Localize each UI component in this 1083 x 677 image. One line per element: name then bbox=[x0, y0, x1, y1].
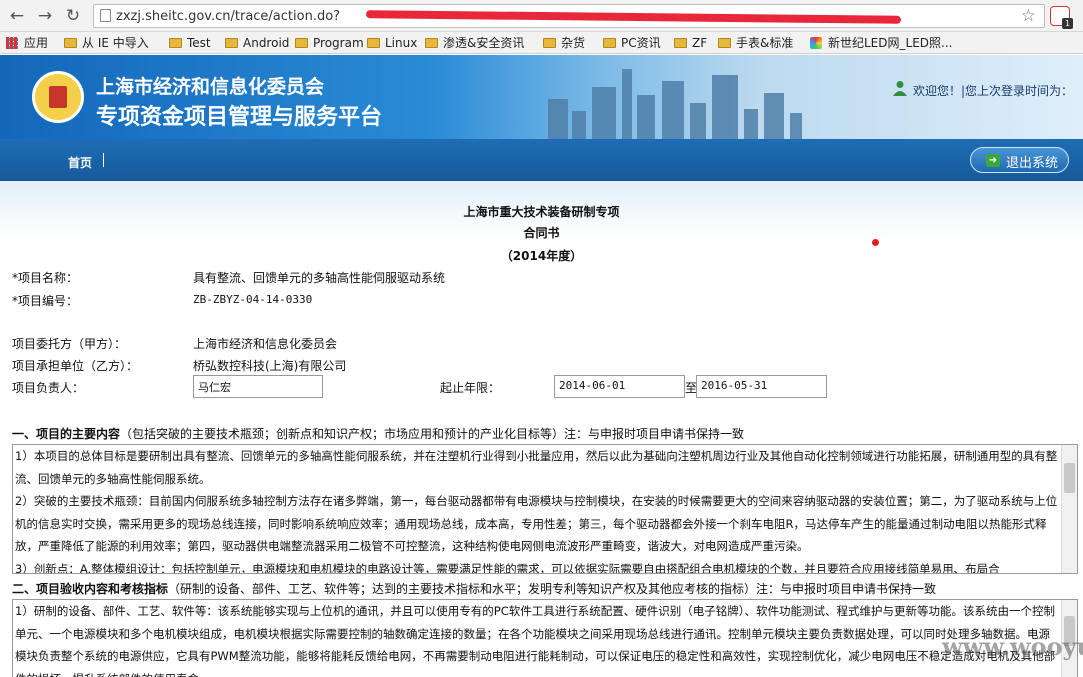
bookmark-folder[interactable]: PC资讯 bbox=[603, 35, 661, 51]
nav-home-link[interactable]: 首页 bbox=[68, 154, 92, 171]
contract-form: 上海市重大技术装备研制专项 合同书 （2014年度） *项目名称： 具有整流、回… bbox=[0, 181, 1083, 677]
site-header: 上海市经济和信息化委员会 专项资金项目管理与服务平台 欢迎您！|您上次登录时间为… bbox=[0, 55, 1083, 139]
doc-year: （2014年度） bbox=[500, 249, 583, 263]
folder-icon bbox=[169, 38, 182, 48]
exit-icon: ➜ bbox=[986, 154, 1000, 167]
bookmark-led[interactable]: 新世纪LED网_LED照... bbox=[810, 35, 952, 51]
back-icon[interactable]: ← bbox=[6, 5, 28, 27]
section1-para3: 3）创新点：A.整体模组设计：包括控制单元，电源模块和电机模块的电路设计等，需要… bbox=[15, 561, 1000, 574]
bookmark-folder[interactable]: ZF bbox=[674, 35, 707, 51]
address-bar[interactable]: zxzj.sheitc.gov.cn/trace/action.do? ☆ bbox=[93, 4, 1045, 28]
contractor-value: 桥弘数控科技(上海)有限公司 bbox=[193, 359, 347, 373]
bookmark-apps[interactable]: 应用 bbox=[6, 35, 48, 51]
leader-field[interactable]: 马仁宏 bbox=[193, 375, 323, 398]
forward-icon[interactable]: → bbox=[34, 5, 56, 27]
welcome-text: 欢迎您！|您上次登录时间为： bbox=[913, 84, 1074, 98]
folder-icon bbox=[64, 38, 77, 48]
project-code-value: ZB-ZBYZ-04-14-0330 bbox=[193, 293, 313, 306]
platform-title: 专项资金项目管理与服务平台 bbox=[96, 105, 383, 130]
section2-para1: 1）研制的设备、部件、工艺、软件等：该系统能够实现与上位机的通讯，并且可以使用专… bbox=[15, 604, 1056, 677]
url-text: zxzj.sheitc.gov.cn/trace/action.do? bbox=[116, 9, 341, 24]
folder-icon bbox=[225, 38, 238, 48]
doc-title: 上海市重大技术装备研制专项 bbox=[463, 205, 620, 219]
nav-divider bbox=[103, 153, 104, 167]
project-code-label: *项目编号： bbox=[12, 294, 79, 308]
contractor-label: 项目承担单位（乙方）： bbox=[12, 359, 139, 373]
watermark: www.wooyun.org bbox=[942, 632, 1083, 661]
section2-heading: 二、项目验收内容和考核指标（研制的设备、部件、工艺、软件等；达到的主要技术指标和… bbox=[12, 582, 937, 596]
section1-para1: 1）本项目的总体目标是要研制出具有整流、回馈单元的多轴高性能伺服系统，并在注塑机… bbox=[15, 449, 1058, 486]
folder-icon bbox=[674, 38, 687, 48]
project-name-label: *项目名称： bbox=[12, 271, 79, 285]
user-icon bbox=[893, 81, 907, 96]
folder-icon bbox=[425, 38, 438, 48]
logout-button[interactable]: ➜ 退出系统 bbox=[970, 147, 1069, 173]
bookmark-folder[interactable]: Linux bbox=[367, 35, 417, 51]
section2-textarea[interactable]: 1）研制的设备、部件、工艺、软件等：该系统能够实现与上位机的通讯，并且可以使用专… bbox=[12, 599, 1078, 677]
extension-icon[interactable]: 1 bbox=[1050, 6, 1073, 29]
bookmark-folder[interactable]: 渗透&安全资讯 bbox=[425, 35, 524, 51]
bookmark-folder[interactable]: Android bbox=[225, 35, 289, 51]
bookmarks-bar: 应用 从 IE 中导入 Test Android Program Linux 渗… bbox=[0, 32, 1083, 54]
org-title: 上海市经济和信息化委员会 bbox=[96, 76, 325, 98]
leader-label: 项目负责人： bbox=[12, 381, 85, 395]
bookmark-folder[interactable]: Test bbox=[169, 35, 211, 51]
browser-toolbar: ← → ↻ zxzj.sheitc.gov.cn/trace/action.do… bbox=[0, 0, 1083, 32]
period-label: 起止年限： bbox=[440, 381, 501, 395]
project-name-value: 具有整流、回馈单元的多轴高性能伺服驱动系统 bbox=[193, 271, 446, 285]
bookmark-folder[interactable]: 杂货 bbox=[543, 35, 585, 51]
end-date-field[interactable]: 2016-05-31 bbox=[696, 375, 827, 398]
client-label: 项目委托方（甲方）： bbox=[12, 337, 127, 351]
bookmark-folder[interactable]: Program bbox=[295, 35, 364, 51]
section1-scrollbar[interactable] bbox=[1061, 445, 1077, 573]
section1-para2: 2）突破的主要技术瓶颈：目前国内伺服系统多轴控制方法存在诸多弊端，第一，每台驱动… bbox=[15, 494, 1058, 553]
star-icon[interactable]: ☆ bbox=[1021, 6, 1036, 26]
url-redaction bbox=[365, 10, 902, 24]
folder-icon bbox=[367, 38, 380, 48]
start-date-field[interactable]: 2014-06-01 bbox=[554, 375, 685, 398]
bookmark-folder[interactable]: 从 IE 中导入 bbox=[64, 35, 149, 51]
site-icon bbox=[810, 37, 822, 49]
folder-icon bbox=[295, 38, 308, 48]
section1-textarea[interactable]: 1）本项目的总体目标是要研制出具有整流、回馈单元的多轴高性能伺服系统，并在注塑机… bbox=[12, 444, 1078, 574]
folder-icon bbox=[718, 38, 731, 48]
nav-bar: 首页 ➜ 退出系统 bbox=[0, 139, 1083, 181]
folder-icon bbox=[603, 38, 616, 48]
red-dot bbox=[872, 239, 879, 246]
apps-icon bbox=[6, 37, 18, 49]
reload-icon[interactable]: ↻ bbox=[62, 5, 84, 27]
folder-icon bbox=[543, 38, 556, 48]
client-value: 上海市经济和信息化委员会 bbox=[193, 337, 338, 351]
section1-heading: 一、项目的主要内容（包括突破的主要技术瓶颈；创新点和知识产权；市场应用和预计的产… bbox=[12, 427, 745, 441]
page-icon bbox=[100, 9, 111, 22]
org-logo bbox=[32, 71, 84, 123]
bookmark-folder[interactable]: 手表&标准 bbox=[718, 35, 793, 51]
doc-subtitle: 合同书 bbox=[523, 226, 560, 240]
